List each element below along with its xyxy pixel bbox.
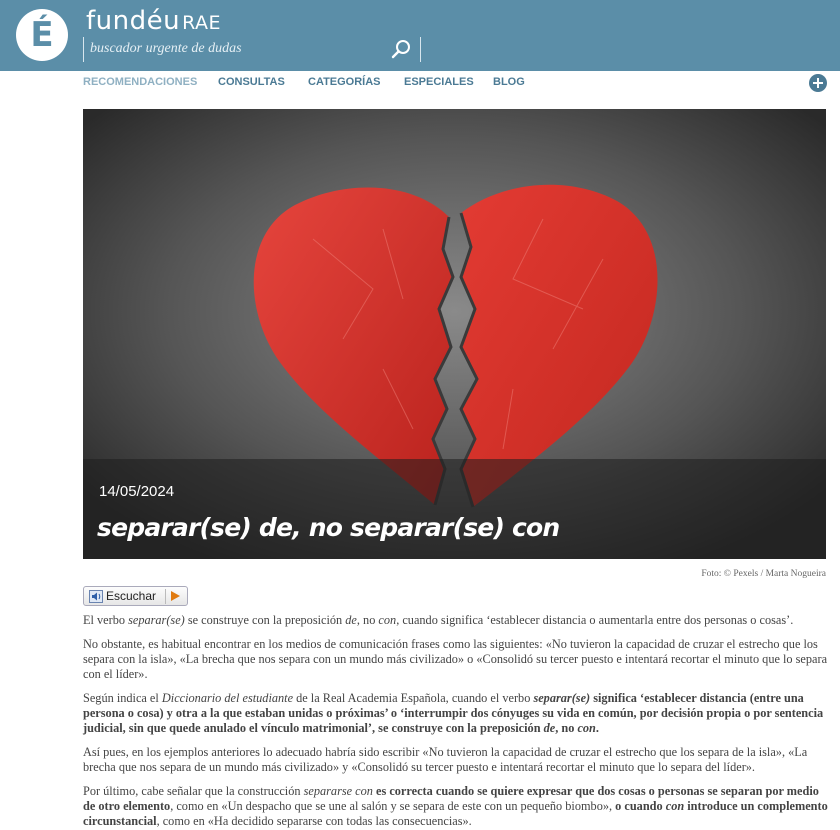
page-title: separar(se) de, no separar(se) con	[97, 513, 560, 542]
text-run: separarse con	[303, 784, 373, 798]
article-paragraph: Así pues, en los ejemplos anteriores lo …	[83, 745, 828, 775]
article-paragraph: Según indica el Diccionario del estudian…	[83, 691, 828, 736]
article-paragraph: No obstante, es habitual encontrar en lo…	[83, 637, 828, 682]
text-run: con	[577, 721, 596, 735]
text-run: , como en «Ha decidido separarse con tod…	[156, 814, 472, 828]
text-run: de	[543, 721, 556, 735]
speaker-icon	[89, 590, 103, 603]
text-run: , como en «Un despacho que se une al sal…	[170, 799, 616, 813]
nav-item-especiales[interactable]: ESPECIALES	[404, 76, 474, 88]
brand-main: fundéu	[86, 6, 181, 36]
photo-credit: Foto: © Pexels / Marta Nogueira	[701, 569, 826, 579]
nav-item-categorias[interactable]: CATEGORÍAS	[308, 76, 381, 88]
text-run: se construye con la preposición	[184, 613, 346, 627]
hero-caption-overlay	[83, 459, 826, 559]
text-run: , cuando significa ‘establecer distancia…	[396, 613, 794, 627]
nav-item-recomendaciones[interactable]: RECOMENDACIONES	[83, 76, 197, 88]
search-input[interactable]	[90, 39, 380, 59]
text-run: Por último, cabe señalar que la construc…	[83, 784, 304, 798]
text-run: , no	[356, 613, 379, 627]
text-run: o cuando	[615, 799, 666, 813]
text-run: de la Real Academia Española, cuando el …	[293, 691, 534, 705]
text-run: Según indica el	[83, 691, 162, 705]
text-run: separar(se)	[128, 613, 185, 627]
text-run: .	[595, 721, 599, 735]
nav-item-blog[interactable]: BLOG	[493, 76, 525, 88]
play-icon[interactable]	[171, 591, 180, 601]
nav-item-consultas[interactable]: CONSULTAS	[218, 76, 285, 88]
brand-suffix: RAE	[182, 12, 222, 34]
text-run: No obstante, es habitual encontrar en lo…	[83, 637, 828, 681]
article-body: El verbo separar(se) se construye con la…	[83, 613, 828, 830]
text-run: de	[345, 613, 357, 627]
text-run: El verbo	[83, 613, 129, 627]
site-header: É fundéu RAE	[0, 0, 840, 71]
logo-icon[interactable]: É	[16, 9, 68, 61]
text-run: Diccionario del estudiante	[161, 691, 294, 705]
listen-label: Escuchar	[106, 589, 157, 603]
hero-image: 14/05/2024 separar(se) de, no separar(se…	[83, 109, 826, 559]
brand-wordmark[interactable]: fundéu RAE	[86, 6, 221, 36]
text-run: con	[665, 799, 685, 813]
article-paragraph: El verbo separar(se) se construye con la…	[83, 613, 828, 628]
text-run: separar(se)	[533, 691, 591, 705]
listen-button[interactable]: Escuchar	[83, 586, 188, 606]
publish-date: 14/05/2024	[99, 483, 175, 500]
logo-glyph: É	[30, 15, 54, 55]
article-paragraph: Por último, cabe señalar que la construc…	[83, 784, 828, 829]
text-run: con	[378, 613, 397, 627]
listen-divider	[165, 589, 166, 604]
text-run: , no	[555, 721, 578, 735]
search-icon[interactable]	[390, 38, 412, 60]
text-run: Así pues, en los ejemplos anteriores lo …	[83, 745, 808, 774]
plus-circle-icon[interactable]	[809, 74, 827, 92]
search-box	[83, 37, 421, 62]
